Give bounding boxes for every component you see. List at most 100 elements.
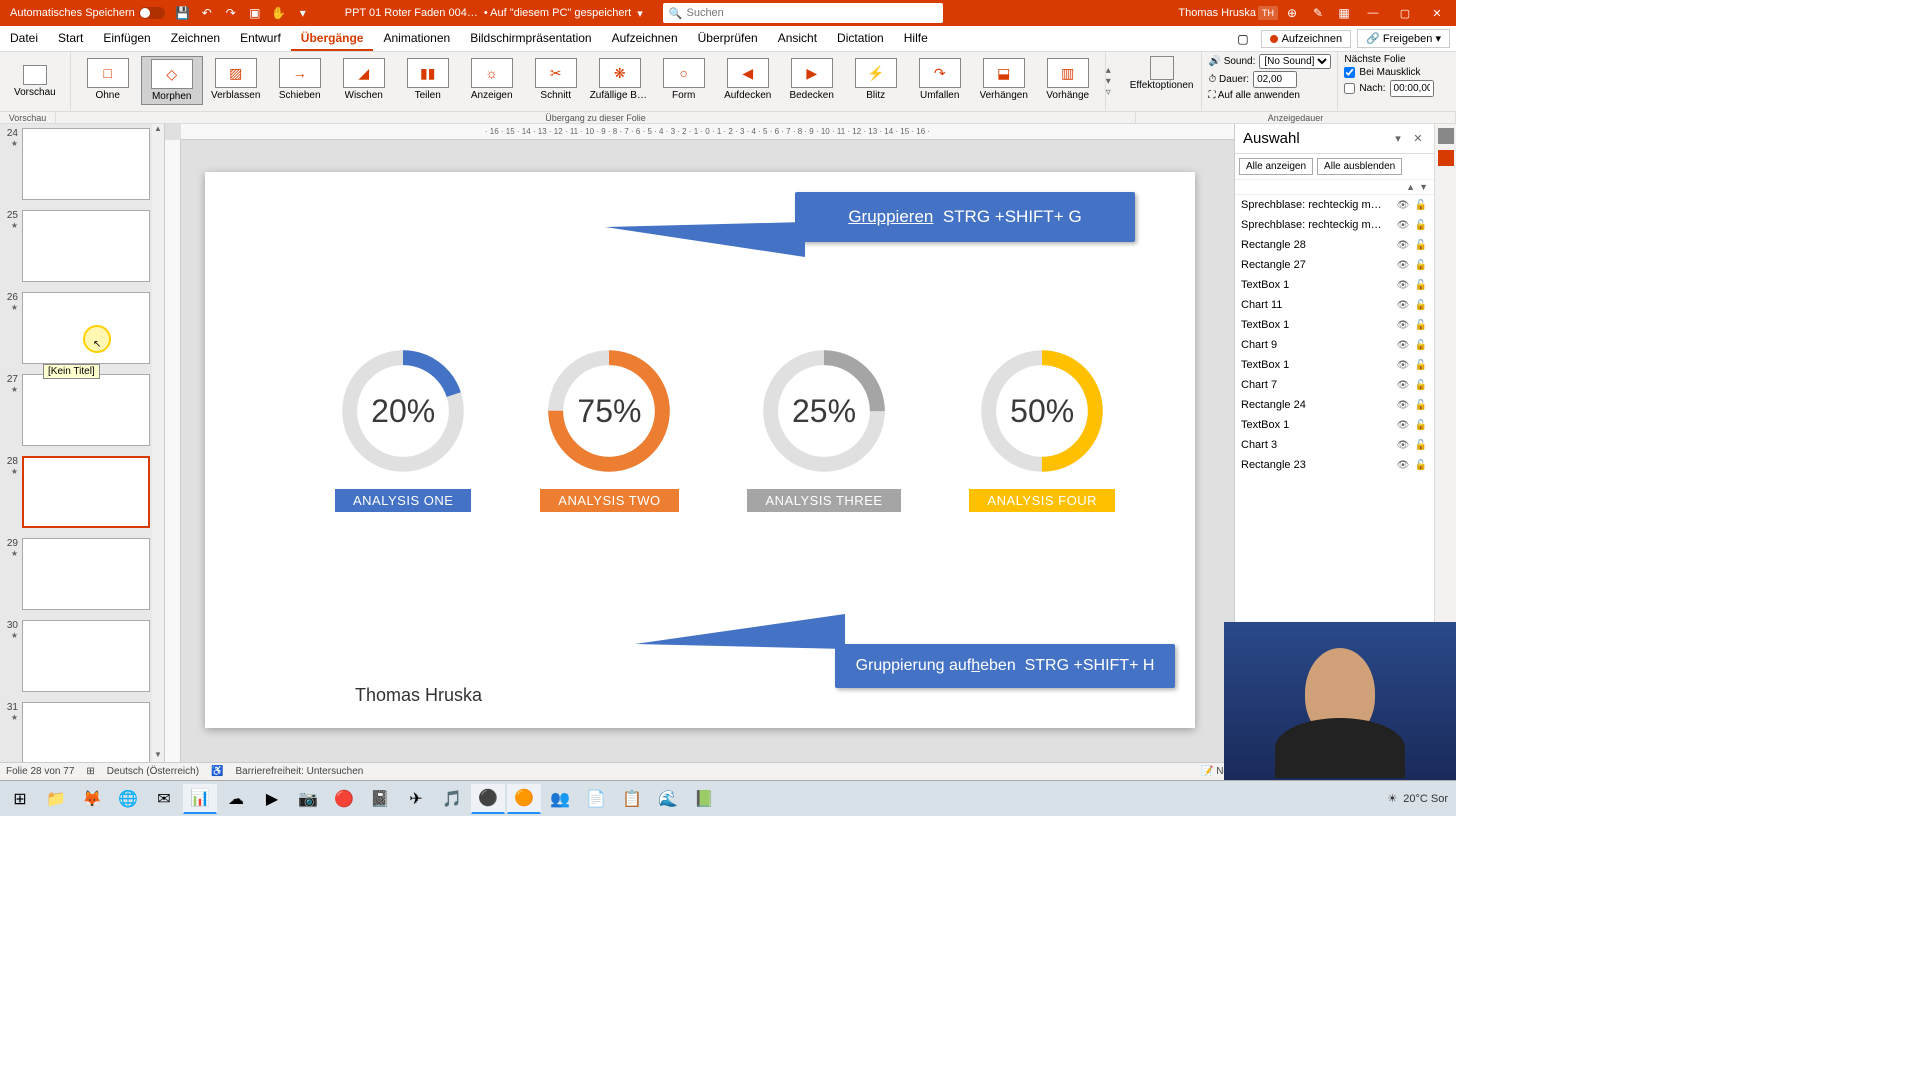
present-icon[interactable]: ▣	[246, 4, 264, 22]
lock-icon[interactable]: 🔓	[1414, 338, 1428, 352]
excel-icon[interactable]: 📗	[687, 784, 721, 814]
selection-item[interactable]: TextBox 1👁🔓	[1235, 355, 1434, 375]
autosave-toggle[interactable]: Automatisches Speichern	[4, 7, 171, 19]
powerpoint-icon[interactable]: 📊	[183, 784, 217, 814]
lock-icon[interactable]: 🔓	[1414, 418, 1428, 432]
slide-thumb-24[interactable]	[22, 128, 150, 200]
word-icon[interactable]: 📄	[579, 784, 613, 814]
outlook-icon[interactable]: ✉	[147, 784, 181, 814]
menu-entwurf[interactable]: Entwurf	[230, 27, 291, 51]
move-down-icon[interactable]: ▼	[1419, 182, 1428, 192]
record-button[interactable]: Aufzeichnen	[1261, 30, 1352, 48]
lock-icon[interactable]: 🔓	[1414, 298, 1428, 312]
lock-icon[interactable]: 🔓	[1414, 198, 1428, 212]
start-button[interactable]: ⊞	[3, 784, 37, 814]
transition-blitz[interactable]: ⚡Blitz	[845, 56, 907, 103]
menu-hilfe[interactable]: Hilfe	[894, 27, 938, 51]
transition-schieben[interactable]: →Schieben	[269, 56, 331, 103]
learn-icon[interactable]: ✎	[1309, 4, 1327, 22]
language-label[interactable]: Deutsch (Österreich)	[107, 766, 199, 777]
slide-thumb-29[interactable]	[22, 538, 150, 610]
transition-schnitt[interactable]: ✂Schnitt	[525, 56, 587, 103]
share-button[interactable]: 🔗 Freigeben ▾	[1357, 29, 1450, 48]
selection-item[interactable]: TextBox 1👁🔓	[1235, 415, 1434, 435]
menu-zeichnen[interactable]: Zeichnen	[161, 27, 230, 51]
slide-thumb-27[interactable]	[22, 374, 150, 446]
ribbon-options-icon[interactable]: ▢	[1231, 30, 1254, 48]
app-icon-2[interactable]: 📷	[291, 784, 325, 814]
lock-icon[interactable]: 🔓	[1414, 218, 1428, 232]
sidebar-icon-1[interactable]	[1438, 128, 1454, 144]
user-avatar[interactable]: TH	[1258, 6, 1278, 20]
visibility-icon[interactable]: 👁	[1396, 218, 1410, 232]
selection-item[interactable]: Rectangle 23👁🔓	[1235, 455, 1434, 475]
slide-thumb-25[interactable]	[22, 210, 150, 282]
redo-icon[interactable]: ↷	[222, 4, 240, 22]
on-click-checkbox[interactable]	[1344, 67, 1355, 78]
visibility-icon[interactable]: 👁	[1396, 398, 1410, 412]
apply-all-button[interactable]: ⛶ Auf alle anwenden	[1208, 90, 1331, 101]
menu-datei[interactable]: Datei	[0, 27, 48, 51]
visibility-icon[interactable]: 👁	[1396, 258, 1410, 272]
visibility-icon[interactable]: 👁	[1396, 418, 1410, 432]
telegram-icon[interactable]: ✈	[399, 784, 433, 814]
preview-button[interactable]: Vorschau	[6, 61, 64, 102]
duration-input[interactable]	[1253, 71, 1297, 88]
menu-animationen[interactable]: Animationen	[373, 27, 460, 51]
visibility-icon[interactable]: 👁	[1396, 378, 1410, 392]
visibility-icon[interactable]: 👁	[1396, 298, 1410, 312]
menu-ansicht[interactable]: Ansicht	[768, 27, 827, 51]
sound-select[interactable]: [No Sound]	[1259, 54, 1331, 69]
lock-icon[interactable]: 🔓	[1414, 378, 1428, 392]
visibility-icon[interactable]: 👁	[1396, 198, 1410, 212]
pane-dropdown-icon[interactable]: ▾	[1390, 131, 1406, 147]
transition-bedecken[interactable]: ▶Bedecken	[781, 56, 843, 103]
slide-thumb-31[interactable]	[22, 702, 150, 762]
selection-item[interactable]: Sprechblase: rechteckig m…👁🔓	[1235, 195, 1434, 215]
teams-icon[interactable]: 👥	[543, 784, 577, 814]
menu-dictation[interactable]: Dictation	[827, 27, 894, 51]
undo-icon[interactable]: ↶	[198, 4, 216, 22]
app-icon-1[interactable]: ☁	[219, 784, 253, 814]
minimize-button[interactable]: —	[1358, 0, 1388, 26]
gallery-more[interactable]: ▴▾▿	[1106, 52, 1122, 111]
lock-icon[interactable]: 🔓	[1414, 238, 1428, 252]
visibility-icon[interactable]: 👁	[1396, 278, 1410, 292]
move-up-icon[interactable]: ▲	[1406, 182, 1415, 192]
after-input[interactable]	[1390, 80, 1434, 97]
transition-teilen[interactable]: ▮▮Teilen	[397, 56, 459, 103]
selection-item[interactable]: Rectangle 24👁🔓	[1235, 395, 1434, 415]
selection-item[interactable]: Chart 11👁🔓	[1235, 295, 1434, 315]
visibility-icon[interactable]: 👁	[1396, 238, 1410, 252]
selection-item[interactable]: Chart 7👁🔓	[1235, 375, 1434, 395]
lock-icon[interactable]: 🔓	[1414, 278, 1428, 292]
app-icon-5[interactable]: 🟠	[507, 784, 541, 814]
slide-counter[interactable]: Folie 28 von 77	[6, 766, 74, 777]
chevron-down-icon[interactable]: ▾	[637, 7, 643, 20]
sidebar-icon-2[interactable]	[1438, 150, 1454, 166]
slide-thumb-26[interactable]: [Kein Titel]↖	[22, 292, 150, 364]
visibility-icon[interactable]: 👁	[1396, 318, 1410, 332]
lock-icon[interactable]: 🔓	[1414, 258, 1428, 272]
qat-more-icon[interactable]: ▾	[294, 4, 312, 22]
accessibility-label[interactable]: Barrierefreiheit: Untersuchen	[235, 766, 363, 777]
transition-aufdecken[interactable]: ◀Aufdecken	[717, 56, 779, 103]
touch-icon[interactable]: ✋	[270, 4, 288, 22]
transition-anzeigen[interactable]: ☼Anzeigen	[461, 56, 523, 103]
transition-umfallen[interactable]: ↷Umfallen	[909, 56, 971, 103]
search-field[interactable]	[686, 7, 936, 19]
lock-icon[interactable]: 🔓	[1414, 458, 1428, 472]
close-button[interactable]: ✕	[1422, 0, 1452, 26]
hide-all-button[interactable]: Alle ausblenden	[1317, 158, 1402, 175]
scroll-up-icon[interactable]: ▲	[152, 124, 164, 136]
lock-icon[interactable]: 🔓	[1414, 438, 1428, 452]
edge-icon[interactable]: 🌊	[651, 784, 685, 814]
maximize-button[interactable]: ▢	[1390, 0, 1420, 26]
transition-morphen[interactable]: ◇Morphen	[141, 56, 203, 105]
explorer-icon[interactable]: 📁	[39, 784, 73, 814]
lock-icon[interactable]: 🔓	[1414, 398, 1428, 412]
app-icon-3[interactable]: 🔴	[327, 784, 361, 814]
selection-item[interactable]: Rectangle 27👁🔓	[1235, 255, 1434, 275]
show-all-button[interactable]: Alle anzeigen	[1239, 158, 1313, 175]
obs-icon[interactable]: ⚫	[471, 784, 505, 814]
